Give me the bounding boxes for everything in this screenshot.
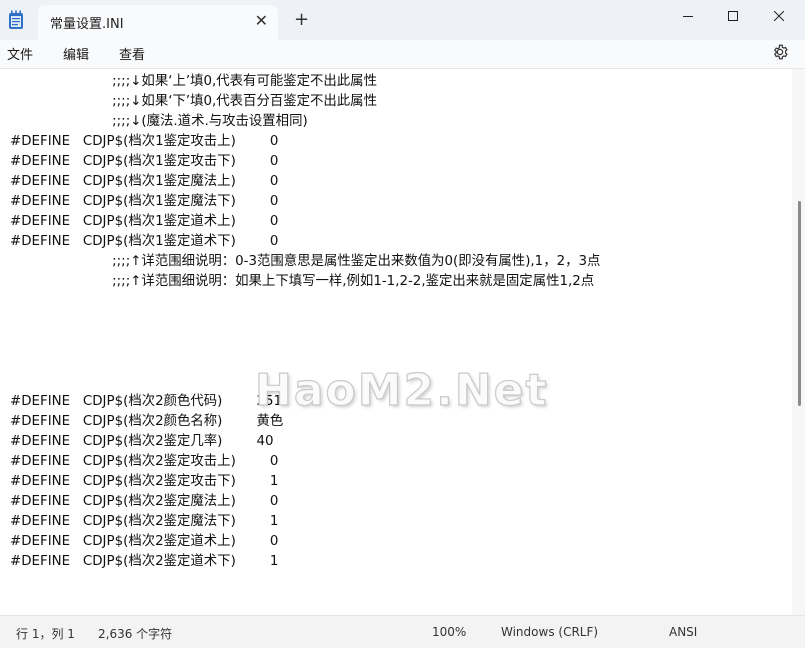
text-line: ;;;;↓如果‘上’填0,代表有可能鉴定不出此属性 [10, 72, 377, 92]
text-editor[interactable]: ;;;;↓如果‘上’填0,代表有可能鉴定不出此属性 ;;;;↓如果‘下’填0,代… [0, 69, 791, 615]
tab-title: 常量设置.INI [50, 17, 124, 32]
status-bar: 行 1，列 1 2,636 个字符 100% Windows (CRLF) AN… [0, 615, 805, 648]
line-text: ;;;;↑详范围细说明：0-3范围意思是属性鉴定出来数值为0(即没有属性),1，… [112, 254, 601, 269]
line-text: #DEFINE CDJP$(档次2颜色名称) 黄色 [10, 414, 284, 429]
text-line: #DEFINE CDJP$(档次2鉴定道术上) 0 [10, 532, 278, 552]
line-text: ;;;;↓如果‘下’填0,代表百分百鉴定不出此属性 [112, 94, 377, 109]
menu-view[interactable]: 查看 [119, 44, 145, 63]
scrollbar-thumb[interactable] [798, 201, 801, 406]
text-line: #DEFINE CDJP$(档次2鉴定魔法下) 1 [10, 512, 278, 532]
menu-file[interactable]: 文件 [7, 44, 33, 63]
line-text: ;;;;↑详范围细说明：如果上下填写一样,例如1-1,2-2,鉴定出来就是固定属… [112, 274, 595, 289]
line-text: #DEFINE CDJP$(档次1鉴定魔法下) 0 [10, 194, 279, 209]
line-text: #DEFINE CDJP$(档次1鉴定攻击下) 0 [10, 154, 279, 169]
text-line: #DEFINE CDJP$(档次1鉴定攻击上) 0 [10, 132, 278, 152]
char-count: 2,636 个字符 [98, 627, 173, 641]
menu-edit[interactable]: 编辑 [63, 44, 89, 63]
line-text: #DEFINE CDJP$(档次2鉴定魔法上) 0 [10, 494, 279, 509]
line-text: #DEFINE CDJP$(档次2鉴定魔法下) 1 [10, 514, 279, 529]
text-line: #DEFINE CDJP$(档次2颜色名称) 黄色 [10, 412, 283, 432]
line-text: #DEFINE CDJP$(档次2鉴定道术上) 0 [10, 534, 279, 549]
line-text: #DEFINE CDJP$(档次1鉴定攻击上) 0 [10, 134, 279, 149]
line-text: #DEFINE CDJP$(档次2鉴定攻击下) 1 [10, 474, 279, 489]
text-line: #DEFINE CDJP$(档次2鉴定几率) 40 [10, 432, 274, 452]
line-text: #DEFINE CDJP$(档次2鉴定道术下) 1 [10, 554, 279, 569]
minimize-icon [683, 16, 693, 17]
text-line: #DEFINE CDJP$(档次1鉴定魔法下) 0 [10, 192, 278, 212]
notepad-icon [9, 10, 23, 29]
cursor-position[interactable]: 行 1，列 1 [16, 625, 75, 642]
text-line: #DEFINE CDJP$(档次2颜色代码) 251 [10, 392, 282, 412]
maximize-button[interactable] [710, 0, 756, 32]
line-text: #DEFINE CDJP$(档次1鉴定魔法上) 0 [10, 174, 279, 189]
text-line: ;;;;↓(魔法.道术.与攻击设置相同) [10, 112, 308, 132]
text-line: #DEFINE CDJP$(档次1鉴定道术下) 0 [10, 232, 278, 252]
minimize-button[interactable] [665, 0, 711, 32]
line-ending[interactable]: Windows (CRLF) [501, 625, 598, 639]
line-text: #DEFINE CDJP$(档次2鉴定几率) 40 [10, 434, 274, 449]
line-text: ;;;;↓(魔法.道术.与攻击设置相同) [112, 114, 308, 129]
text-line: #DEFINE CDJP$(档次2鉴定魔法上) 0 [10, 492, 278, 512]
close-icon [774, 11, 784, 21]
text-line: #DEFINE CDJP$(档次1鉴定攻击下) 0 [10, 152, 278, 172]
line-text: #DEFINE CDJP$(档次1鉴定道术上) 0 [10, 214, 279, 229]
close-window-button[interactable] [756, 0, 802, 32]
line-text: #DEFINE CDJP$(档次2颜色代码) 251 [10, 394, 283, 409]
text-line: #DEFINE CDJP$(档次2鉴定攻击下) 1 [10, 472, 278, 492]
text-line: ;;;;↑详范围细说明：如果上下填写一样,例如1-1,2-2,鉴定出来就是固定属… [10, 272, 594, 292]
vertical-scrollbar[interactable] [792, 69, 805, 615]
text-line: #DEFINE CDJP$(档次1鉴定魔法上) 0 [10, 172, 278, 192]
text-line: ;;;;↓如果‘下’填0,代表百分百鉴定不出此属性 [10, 92, 377, 112]
watermark-logo: HaoM2.Net [254, 364, 549, 416]
line-text: #DEFINE CDJP$(档次2鉴定攻击上) 0 [10, 454, 279, 469]
encoding[interactable]: ANSI [669, 625, 697, 639]
text-line: ;;;;↑详范围细说明：0-3范围意思是属性鉴定出来数值为0(即没有属性),1，… [10, 252, 600, 272]
title-bar: 常量设置.INI ✕ + [0, 0, 805, 40]
menu-bar: 文件 编辑 查看 [0, 40, 805, 69]
close-icon[interactable]: ✕ [255, 11, 268, 30]
plus-icon[interactable]: + [294, 9, 309, 30]
line-text: #DEFINE CDJP$(档次1鉴定道术下) 0 [10, 234, 279, 249]
tab-file[interactable]: 常量设置.INI ✕ [38, 5, 278, 40]
gear-icon[interactable] [771, 43, 789, 61]
maximize-icon [728, 11, 738, 21]
line-text: ;;;;↓如果‘上’填0,代表有可能鉴定不出此属性 [112, 74, 377, 89]
text-line: #DEFINE CDJP$(档次2鉴定道术下) 1 [10, 552, 278, 572]
zoom-level[interactable]: 100% [432, 625, 466, 639]
text-line: #DEFINE CDJP$(档次2鉴定攻击上) 0 [10, 452, 278, 472]
text-line: #DEFINE CDJP$(档次1鉴定道术上) 0 [10, 212, 278, 232]
